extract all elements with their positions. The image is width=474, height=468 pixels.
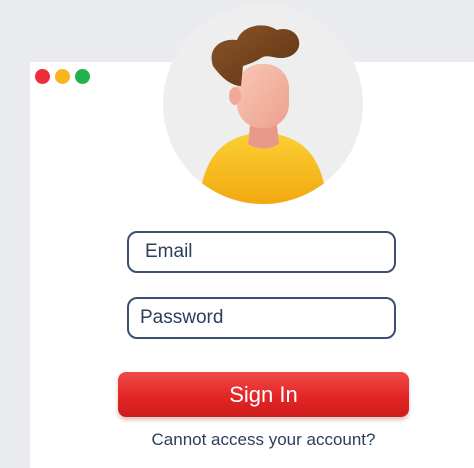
minimize-window-button[interactable] [55, 69, 70, 84]
password-field[interactable] [127, 297, 396, 339]
email-field[interactable] [127, 231, 396, 273]
password-input[interactable] [129, 299, 394, 337]
window-controls [35, 69, 90, 84]
sign-in-button[interactable]: Sign In [118, 372, 409, 417]
maximize-window-button[interactable] [75, 69, 90, 84]
cannot-access-account-link[interactable]: Cannot access your account? [118, 430, 409, 450]
email-input[interactable] [129, 233, 394, 271]
close-window-button[interactable] [35, 69, 50, 84]
user-avatar-icon [198, 25, 328, 204]
user-avatar [163, 4, 363, 204]
